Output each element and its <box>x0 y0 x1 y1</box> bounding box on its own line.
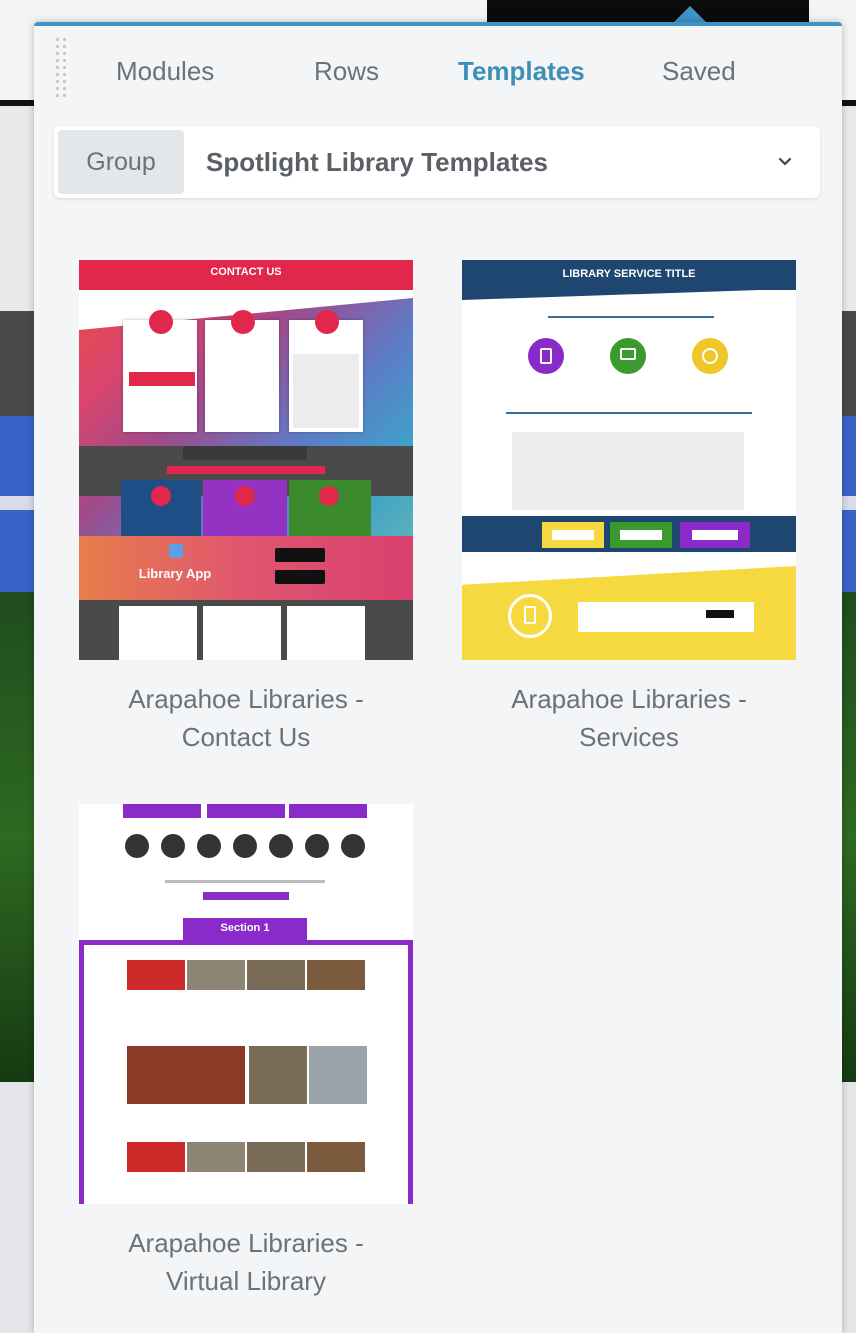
group-select-value: Spotlight Library Templates <box>206 147 548 177</box>
thumb-header: LIBRARY SERVICE TITLE <box>562 268 696 280</box>
template-title: Contact Us <box>181 722 311 752</box>
drag-handle-icon[interactable] <box>54 36 68 100</box>
tab-rows[interactable]: Rows <box>314 56 379 87</box>
content-panel: Modules Rows Templates Saved Group Spotl… <box>34 22 842 1333</box>
thumb-section-tab: Section 1 <box>220 922 270 934</box>
tab-saved[interactable]: Saved <box>662 56 736 87</box>
group-select[interactable]: Group Spotlight Library Templates <box>54 126 820 198</box>
group-select-label: Group <box>58 130 184 194</box>
panel-tabs: Modules Rows Templates Saved <box>96 56 796 96</box>
template-title: Arapahoe Libraries - <box>128 684 364 714</box>
tab-templates[interactable]: Templates <box>458 56 585 87</box>
panel-pointer <box>674 6 706 22</box>
template-title: Virtual Library <box>166 1266 326 1296</box>
tab-modules[interactable]: Modules <box>116 56 214 87</box>
template-thumbnail: LIBRARY SERVICE TITLE <box>462 260 796 660</box>
thumb-header: CONTACT US <box>210 266 282 278</box>
thumb-app-label: Library App <box>138 566 212 581</box>
template-title: Arapahoe Libraries - <box>511 684 747 714</box>
template-title: Services <box>579 722 679 752</box>
chevron-down-icon <box>778 157 792 166</box>
template-thumbnail: CONTACT US Library App <box>79 260 413 660</box>
template-thumbnail: Section 1 <box>79 804 413 1204</box>
template-title: Arapahoe Libraries - <box>128 1228 364 1258</box>
